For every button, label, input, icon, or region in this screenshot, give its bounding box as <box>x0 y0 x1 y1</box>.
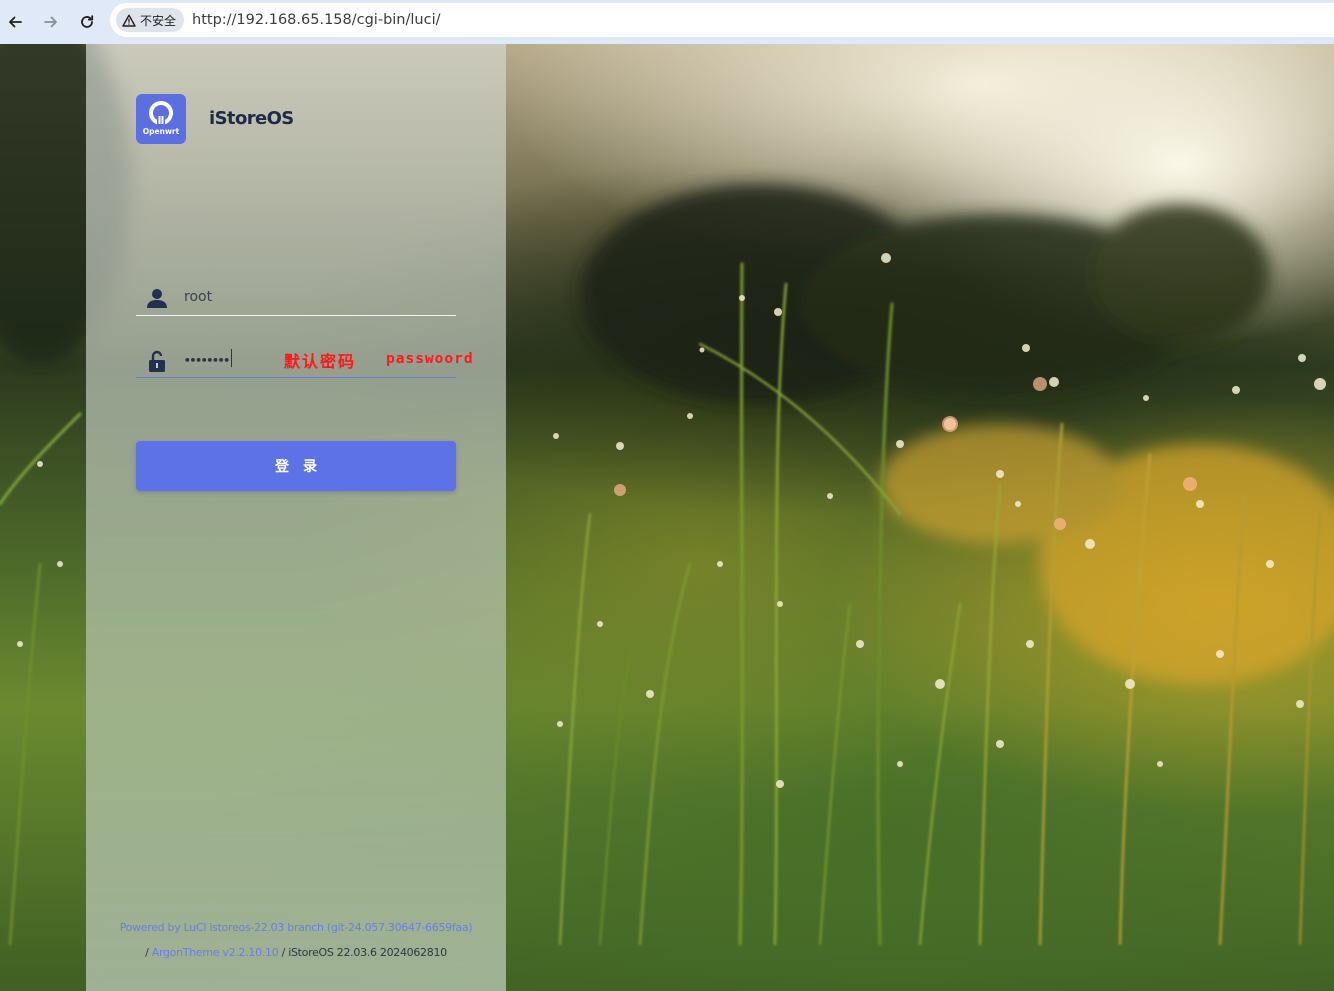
back-button[interactable] <box>0 7 30 37</box>
footer-version: / ArgonTheme v2.2.10.10 / iStoreOS 22.03… <box>86 946 506 959</box>
reload-icon <box>81 15 94 28</box>
openwrt-logo: Openwrt <box>136 94 186 144</box>
power-ring-icon <box>149 101 173 126</box>
unlock-icon <box>149 350 165 372</box>
user-icon <box>147 289 167 308</box>
url-text[interactable]: http://192.168.65.158/cgi-bin/luci/ <box>192 12 440 28</box>
password-annotation: passwoord <box>386 351 474 367</box>
username-field[interactable]: root <box>136 280 456 316</box>
footer-prefix: / <box>145 946 152 959</box>
arrow-right-icon <box>44 16 57 28</box>
argon-theme-link[interactable]: ArgonTheme v2.2.10.10 <box>152 946 279 959</box>
password-input[interactable]: •••••••• <box>184 354 230 367</box>
browser-toolbar: 不安全 http://192.168.65.158/cgi-bin/luci/ <box>0 0 1334 44</box>
login-panel: Openwrt iStoreOS root •••••••• 默认密码 pass… <box>86 44 506 991</box>
footer-version-text: / iStoreOS 22.03.6 2024062810 <box>278 946 448 959</box>
security-label: 不安全 <box>140 13 177 28</box>
text-caret <box>231 349 232 367</box>
brand-name: iStoreOS <box>209 108 294 129</box>
warning-triangle-icon <box>122 14 136 27</box>
username-input[interactable]: root <box>184 289 212 305</box>
luci-link[interactable]: Powered by LuCI istoreos-22.03 branch (g… <box>120 921 473 934</box>
address-bar[interactable]: 不安全 http://192.168.65.158/cgi-bin/luci/ <box>110 3 1334 37</box>
login-button[interactable]: 登录 <box>136 441 456 491</box>
footer-powered-by: Powered by LuCI istoreos-22.03 branch (g… <box>86 921 506 934</box>
default-password-annotation: 默认密码 <box>284 352 357 371</box>
forward-button[interactable] <box>36 7 66 37</box>
security-chip[interactable]: 不安全 <box>116 8 185 32</box>
reload-button[interactable] <box>72 7 102 37</box>
logo-caption: Openwrt <box>142 127 180 136</box>
arrow-left-icon <box>9 16 22 28</box>
